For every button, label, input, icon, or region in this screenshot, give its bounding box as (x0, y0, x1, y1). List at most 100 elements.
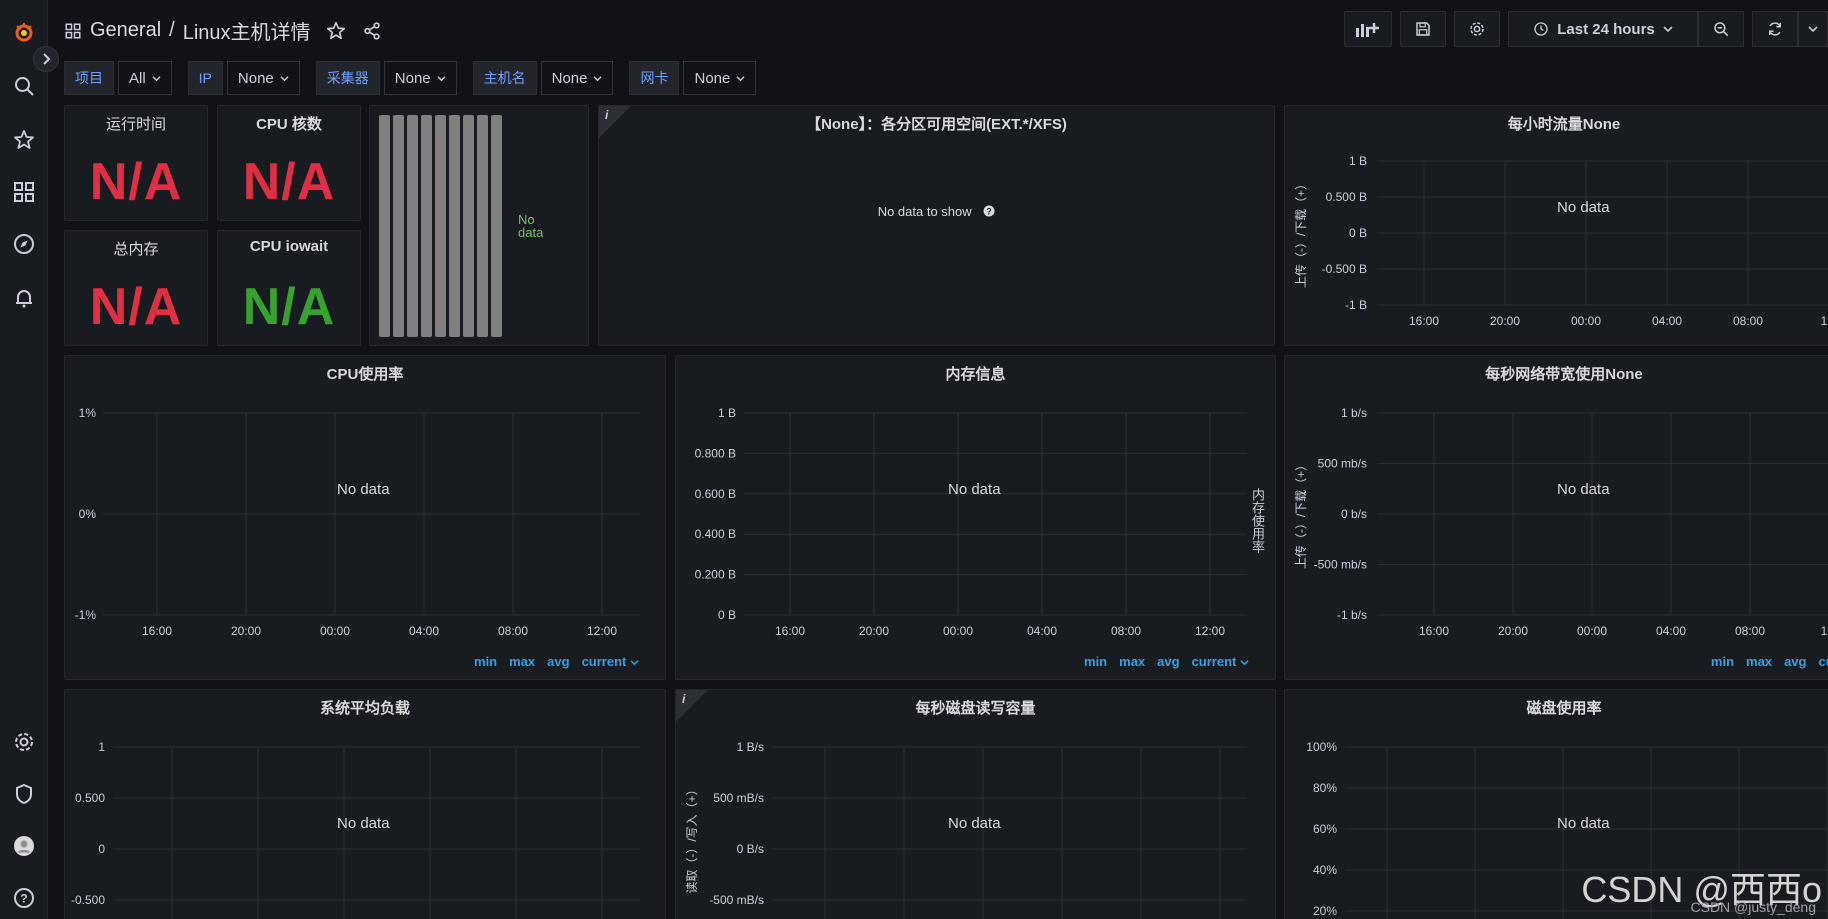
x-tick-label: 04:00 (1652, 314, 1682, 328)
y-tick-label: 0.500 (75, 791, 105, 805)
variable-select[interactable]: None (683, 61, 757, 95)
legend-current[interactable]: current (582, 654, 639, 669)
x-tick-label: 08:00 (498, 624, 528, 638)
legend-current-label: current (581, 654, 627, 669)
y-tick-label: -0.500 (71, 893, 105, 907)
x-tick-label: 20:00 (859, 624, 889, 638)
legend-min[interactable]: min (1084, 654, 1107, 669)
variable-label: 网卡 (629, 61, 680, 95)
search-icon[interactable] (4, 66, 44, 106)
user-avatar-icon[interactable] (4, 826, 44, 866)
stat-panel-cpu-cores[interactable]: CPU 核数 N/A (217, 105, 361, 221)
gauge-bar (407, 115, 418, 337)
y-tick-label: 1 b/s (1341, 406, 1367, 420)
graph-legend: min max avg curre (1711, 654, 1828, 669)
y-axis-label: 读取（-）/写入（+） (685, 783, 699, 893)
memory-info-graph: 1 B 0.800 B 0.600 B 0.400 B 0.200 B 0 B 16:00 2… (695, 406, 1247, 638)
dashboards-icon[interactable] (4, 172, 44, 212)
share-icon[interactable] (361, 20, 383, 42)
stat-panel-total-memory[interactable]: 总内存 N/A (64, 230, 208, 346)
alerting-bell-icon[interactable] (4, 278, 44, 318)
variable-label: 项目 (64, 61, 114, 95)
save-icon (1416, 22, 1430, 36)
variable-select[interactable]: None (226, 61, 300, 95)
bar-gauge-panel[interactable]: No data (369, 105, 589, 346)
y-tick-label: 500 mB/s (713, 791, 764, 805)
watermark-sub: CSDN @justy_deng (1690, 899, 1817, 915)
configuration-gear-icon[interactable] (4, 722, 44, 762)
x-tick-label: 12: (1821, 624, 1828, 638)
star-icon[interactable] (325, 20, 347, 42)
cpu-usage-panel[interactable]: CPU使用率 1% 0% -1% 16:00 20:00 00:00 04:00 08:00 1… (64, 355, 666, 680)
variable-label: IP (187, 61, 223, 95)
variable-select[interactable]: None (383, 61, 457, 95)
x-tick-label: 04:00 (1027, 624, 1057, 638)
x-tick-label: 08:00 (1733, 314, 1763, 328)
breadcrumb-folder[interactable]: General (90, 19, 161, 42)
x-tick-label: 00:00 (320, 624, 350, 638)
legend-avg[interactable]: avg (1157, 654, 1179, 669)
gear-icon (1470, 22, 1484, 36)
y-tick-label: 1 B (1349, 154, 1367, 168)
legend-min[interactable]: min (474, 654, 497, 669)
load-average-panel[interactable]: 系统平均负载 1 0.500 0 -0.500 No data (64, 689, 666, 919)
breadcrumb: General / Linux主机详情 (64, 16, 383, 45)
legend-max[interactable]: max (509, 654, 535, 669)
stat-panel-cpu-iowait[interactable]: CPU iowait N/A (217, 230, 361, 346)
legend-current[interactable]: curre (1818, 654, 1828, 669)
stat-value: N/A (242, 153, 336, 211)
dashboard-title[interactable]: Linux主机详情 (183, 16, 311, 45)
grafana-logo-icon[interactable] (4, 12, 44, 52)
help-icon[interactable]: ? (4, 878, 44, 918)
legend-min[interactable]: min (1711, 654, 1734, 669)
stat-value: N/A (242, 278, 336, 336)
panel-title: 总内存 (113, 241, 159, 258)
legend-max[interactable]: max (1746, 654, 1772, 669)
dashboard-settings-button[interactable] (1454, 11, 1500, 47)
disk-io-graph: 1 B/s 500 mB/s 0 B/s -500 mB/s 读取（-）/写入（+） (685, 740, 1247, 919)
partition-space-panel[interactable]: i 【None】：各分区可用空间(EXT.*/XFS) No data to s… (598, 105, 1275, 346)
top-bar: General / Linux主机详情 Last 24 hours (48, 0, 1828, 60)
x-tick-label: 04:00 (1656, 624, 1686, 638)
graph-legend: min max avg current (1084, 654, 1249, 669)
disk-io-panel[interactable]: i 每秒磁盘读写容量 1 B/s 500 mB/s 0 B/s -500 mB/s 读取… (675, 689, 1276, 919)
x-tick-label: 00:00 (943, 624, 973, 638)
save-dashboard-button[interactable] (1400, 11, 1446, 47)
time-picker-button[interactable]: Last 24 hours (1508, 11, 1698, 47)
zoom-out-button[interactable] (1698, 11, 1744, 47)
legend-current-label: current (1191, 654, 1237, 669)
legend-avg[interactable]: avg (547, 654, 569, 669)
variable-project: 项目 All (64, 61, 172, 95)
variable-value: All (129, 69, 146, 87)
memory-info-panel[interactable]: 内存信息 1 B 0.800 B 0.600 B 0.400 B 0.200 B0 B1… (675, 355, 1276, 680)
stat-panel-uptime[interactable]: 运行时间 N/A (64, 105, 208, 221)
hourly-traffic-panel[interactable]: 每小时流量None 1 B 0.500 B0 B -0.500 B -1 B 16:00… (1284, 105, 1828, 346)
variable-value: None (551, 69, 588, 87)
chevron-down-icon (437, 75, 446, 81)
expand-menu-button[interactable] (33, 46, 59, 72)
variable-select[interactable]: None (540, 61, 614, 95)
legend-avg[interactable]: avg (1784, 654, 1806, 669)
gauge-bar (379, 115, 390, 337)
help-circle-icon[interactable]: ? (983, 205, 995, 217)
y-tick-label: 500 mb/s (1318, 457, 1367, 471)
legend-current[interactable]: current (1192, 654, 1249, 669)
variable-select[interactable]: All (118, 61, 172, 95)
no-data-text: No data (1557, 481, 1610, 498)
x-tick-label: 12:00 (587, 624, 617, 638)
refresh-button[interactable] (1752, 11, 1798, 47)
network-bandwidth-panel[interactable]: 每秒网络带宽使用None 1 b/s 500 mb/s 0 b/s -500 mb/s… (1284, 355, 1828, 680)
refresh-interval-button[interactable] (1798, 11, 1828, 47)
add-panel-button[interactable] (1344, 11, 1392, 47)
chevron-right-icon (43, 53, 51, 65)
x-tick-label: 08:00 (1111, 624, 1141, 638)
y-tick-label: 20% (1313, 904, 1337, 918)
legend-max[interactable]: max (1119, 654, 1145, 669)
server-admin-shield-icon[interactable] (4, 774, 44, 814)
panel-title: 运行时间 (105, 116, 166, 133)
explore-compass-icon[interactable] (4, 224, 44, 264)
variable-nic: 网卡 None (629, 61, 757, 95)
no-data-text: No data (337, 481, 390, 498)
starred-icon[interactable] (4, 120, 44, 160)
no-data-text: No data (1557, 815, 1610, 832)
